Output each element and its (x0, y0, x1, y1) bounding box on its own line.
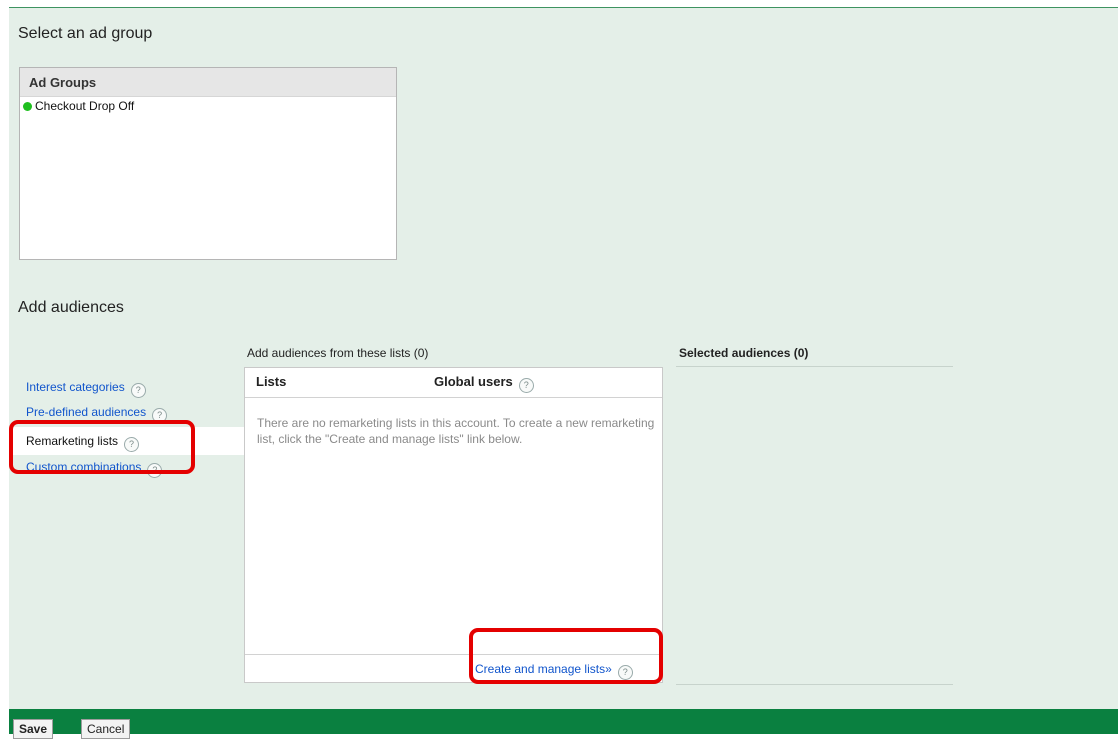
ad-group-item[interactable]: Checkout Drop Off (20, 97, 396, 115)
help-icon[interactable]: ? (518, 378, 534, 393)
highlight-remarketing-callout (9, 420, 195, 474)
col-lists: Lists (256, 374, 287, 389)
divider (676, 684, 953, 685)
help-icon[interactable]: ? (130, 383, 146, 398)
status-dot-icon (23, 102, 32, 111)
divider (676, 366, 953, 367)
select-ad-group-heading: Select an ad group (18, 25, 153, 42)
campaign-targeting-panel: Select an ad group Ad Groups Checkout Dr… (9, 7, 1118, 709)
action-bar: Save Cancel (9, 709, 1118, 739)
lists-table-header: Lists Global users? (245, 368, 662, 398)
col-global-users: Global users? (434, 374, 534, 393)
lists-caption: Add audiences from these lists (0) (247, 346, 429, 360)
selected-audiences-heading: Selected audiences (0) (679, 346, 809, 360)
ad-groups-header: Ad Groups (20, 68, 396, 97)
highlight-create-link-callout (469, 628, 663, 684)
nav-interest-categories[interactable]: Interest categories? (26, 380, 146, 398)
empty-lists-message: There are no remarketing lists in this a… (257, 416, 655, 446)
cancel-button[interactable]: Cancel (81, 719, 131, 739)
save-button[interactable]: Save (13, 719, 54, 739)
add-audiences-heading: Add audiences (18, 299, 124, 316)
ad-group-name: Checkout Drop Off (35, 99, 135, 113)
ad-groups-list: Ad Groups Checkout Drop Off (19, 67, 397, 260)
